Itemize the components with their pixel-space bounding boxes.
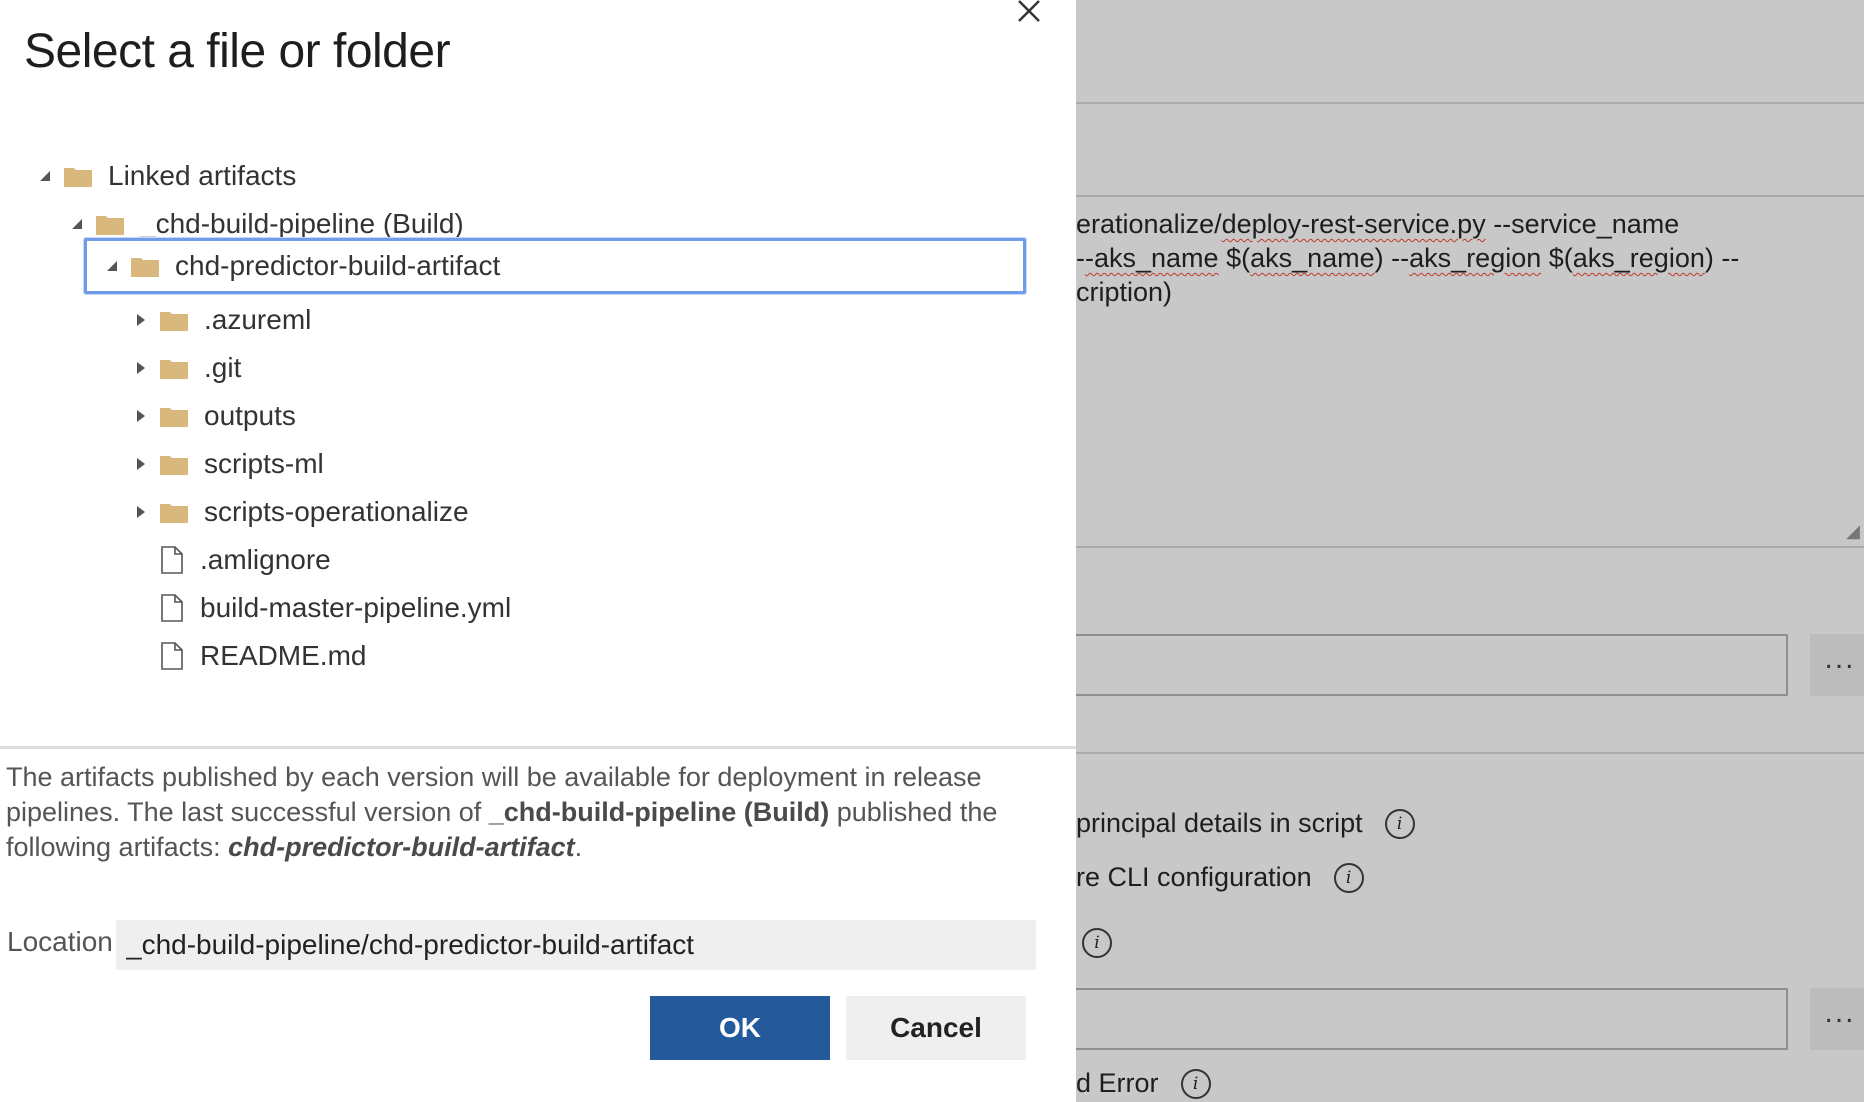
background-page: erationalize/deploy-rest-service.py --se…: [1076, 0, 1864, 1102]
info-icon[interactable]: i: [1082, 928, 1112, 958]
file-icon: [161, 546, 183, 574]
tree-node-file[interactable]: .amlignore: [130, 538, 331, 582]
tree-node-label: Linked artifacts: [108, 160, 297, 191]
expand-arrow-icon[interactable]: [130, 501, 152, 523]
folder-icon: [96, 216, 124, 235]
info-icon[interactable]: i: [1333, 862, 1364, 893]
divider: [1076, 102, 1864, 104]
folder-icon: [160, 408, 188, 427]
option-label: d Error: [1076, 1068, 1159, 1098]
location-label: Location: [7, 926, 113, 957]
file-icon: [161, 642, 183, 670]
cancel-button[interactable]: Cancel: [846, 996, 1026, 1060]
option-fail-on-error[interactable]: d Error i: [1076, 1068, 1211, 1099]
folder-icon: [160, 312, 188, 331]
script-line: cription): [1076, 277, 1173, 307]
tree-node-linked-artifacts[interactable]: Linked artifacts: [34, 154, 296, 198]
ok-button[interactable]: OK: [650, 996, 830, 1060]
artifact-name: chd-predictor-build-artifact: [228, 832, 575, 862]
select-file-dialog: Select a file or folder Linked artifacts…: [0, 0, 1076, 1102]
tree-node-file[interactable]: README.md: [130, 634, 366, 678]
divider: [1076, 752, 1864, 754]
tree-node-folder[interactable]: scripts-ml: [130, 442, 324, 486]
tree-node-label: outputs: [204, 400, 296, 431]
pipeline-name: _chd-build-pipeline (Build): [488, 797, 830, 827]
resize-grip-icon[interactable]: ◢: [1846, 521, 1860, 542]
expand-arrow-icon[interactable]: [130, 453, 152, 475]
script-line: --aks_name $(aks_name) --aks_region $(ak…: [1076, 243, 1740, 273]
option-principal-details[interactable]: principal details in script i: [1076, 808, 1415, 839]
dialog-title: Select a file or folder: [24, 25, 451, 78]
close-icon[interactable]: [1012, 0, 1046, 30]
script-line: erationalize/deploy-rest-service.py --se…: [1076, 209, 1680, 239]
tree-node-label: _chd-build-pipeline (Build): [140, 208, 464, 239]
tree-node-folder[interactable]: .azureml: [130, 298, 311, 342]
file-icon: [161, 594, 183, 622]
browse-more-button[interactable]: ...: [1810, 634, 1864, 696]
collapse-arrow-icon[interactable]: [66, 213, 88, 235]
tree-node-folder[interactable]: scripts-operationalize: [130, 490, 469, 534]
folder-icon: [160, 456, 188, 475]
tree-node-folder[interactable]: .git: [130, 346, 241, 390]
info-icon[interactable]: i: [1180, 1068, 1211, 1099]
expand-arrow-icon[interactable]: [130, 309, 152, 331]
tree-node-label: .git: [204, 352, 242, 383]
folder-icon: [160, 504, 188, 523]
folder-icon: [160, 360, 188, 379]
tree-node-label: build-master-pipeline.yml: [200, 592, 512, 623]
collapse-arrow-icon[interactable]: [34, 165, 56, 187]
expand-arrow-icon[interactable]: [130, 357, 152, 379]
tree-node-folder[interactable]: outputs: [130, 394, 296, 438]
divider: [0, 746, 1076, 749]
tree-node-artifact[interactable]: chd-predictor-build-artifact: [84, 238, 1026, 294]
tree-node-label: .azureml: [204, 304, 312, 335]
tree-node-label: chd-predictor-build-artifact: [175, 250, 501, 281]
script-textarea[interactable]: erationalize/deploy-rest-service.py --se…: [1076, 195, 1864, 548]
folder-icon: [64, 168, 92, 187]
expand-arrow-icon[interactable]: [130, 405, 152, 427]
folder-icon: [131, 258, 159, 277]
option-label: re CLI configuration: [1076, 862, 1312, 892]
stage: erationalize/deploy-rest-service.py --se…: [0, 0, 1864, 1102]
tree-node-label: .amlignore: [200, 544, 331, 575]
browse-more-button[interactable]: ...: [1810, 988, 1864, 1050]
option-unlabeled[interactable]: i: [1082, 928, 1112, 958]
info-icon[interactable]: i: [1384, 808, 1415, 839]
option-cli-configuration[interactable]: re CLI configuration i: [1076, 862, 1364, 893]
tree-node-label: scripts-ml: [204, 448, 324, 479]
artifact-description: The artifacts published by each version …: [6, 762, 998, 862]
option-label: principal details in script: [1076, 808, 1363, 838]
location-input[interactable]: [116, 920, 1036, 970]
arguments-input[interactable]: [1076, 988, 1788, 1050]
tree-node-file[interactable]: build-master-pipeline.yml: [130, 586, 511, 630]
tree-node-label: README.md: [200, 640, 367, 671]
working-directory-input[interactable]: [1076, 634, 1788, 696]
collapse-arrow-icon[interactable]: [101, 255, 123, 277]
tree-node-label: scripts-operationalize: [204, 496, 469, 527]
